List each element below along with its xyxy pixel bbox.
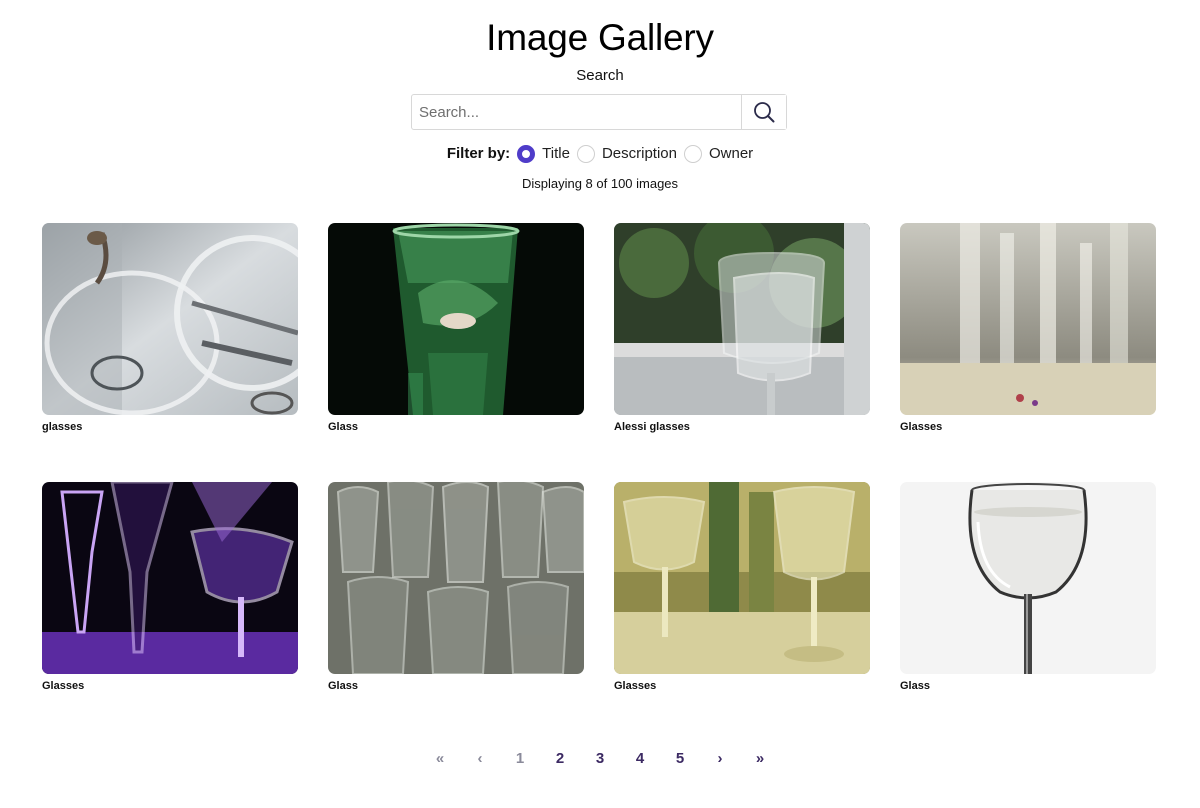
pagination-page-3[interactable]: 3: [580, 748, 620, 770]
gallery-caption: glasses: [42, 421, 83, 433]
gallery-card[interactable]: Alessi glasses: [614, 223, 870, 434]
gallery-card[interactable]: Glass: [328, 223, 584, 434]
gallery-card[interactable]: Glasses: [900, 223, 1156, 434]
gallery-card[interactable]: Glasses: [614, 482, 870, 693]
pagination: « ‹ 1 2 3 4 5 › »: [0, 748, 1200, 770]
filter-row: Filter by: Title Description Owner: [0, 144, 1200, 164]
gallery-caption: Glass: [328, 421, 358, 433]
gallery-caption: Glass: [328, 680, 358, 692]
gallery-caption: Glass: [900, 680, 930, 692]
radio-description[interactable]: [576, 145, 595, 163]
search-button[interactable]: [741, 95, 786, 129]
pagination-first[interactable]: «: [420, 748, 460, 770]
gallery-caption: Glasses: [900, 421, 943, 433]
search-label: Search: [576, 67, 624, 84]
search-icon: [754, 102, 775, 123]
radio-title[interactable]: [517, 145, 536, 163]
gallery-image[interactable]: [900, 482, 1156, 674]
pagination-prev[interactable]: ‹: [460, 748, 500, 770]
pagination-page-5[interactable]: 5: [660, 748, 700, 770]
search-box: [411, 94, 787, 130]
page-title: Image Gallery: [486, 17, 714, 58]
filter-option-owner[interactable]: Owner: [683, 144, 754, 164]
radio-owner[interactable]: [683, 145, 702, 163]
gallery-image[interactable]: [42, 482, 298, 674]
pagination-page-4[interactable]: 4: [620, 748, 660, 770]
search-input[interactable]: [412, 95, 741, 129]
pagination-last[interactable]: »: [740, 748, 780, 770]
gallery-caption: Alessi glasses: [614, 421, 690, 433]
filter-label: Filter by:: [446, 145, 511, 162]
gallery-image[interactable]: [614, 223, 870, 415]
gallery-card[interactable]: Glass: [328, 482, 584, 693]
gallery-image[interactable]: [900, 223, 1156, 415]
gallery-card[interactable]: Glasses: [42, 482, 298, 693]
radio-owner-label: Owner: [708, 145, 754, 162]
gallery-caption: Glasses: [614, 680, 657, 692]
pagination-page-1[interactable]: 1: [500, 748, 540, 770]
radio-description-label: Description: [601, 145, 677, 162]
radio-title-label: Title: [542, 145, 570, 162]
image-count: Displaying 8 of 100 images: [521, 176, 679, 191]
filter-option-title[interactable]: Title: [517, 144, 570, 164]
gallery-image[interactable]: [328, 223, 584, 415]
gallery-card[interactable]: Glass: [900, 482, 1156, 693]
gallery-image[interactable]: [614, 482, 870, 674]
gallery-image[interactable]: [42, 223, 298, 415]
pagination-next[interactable]: ›: [700, 748, 740, 770]
pagination-page-2[interactable]: 2: [540, 748, 580, 770]
gallery-card[interactable]: glasses: [42, 223, 298, 434]
filter-option-description[interactable]: Description: [576, 144, 677, 164]
gallery-caption: Glasses: [42, 680, 85, 692]
gallery-image[interactable]: [328, 482, 584, 674]
